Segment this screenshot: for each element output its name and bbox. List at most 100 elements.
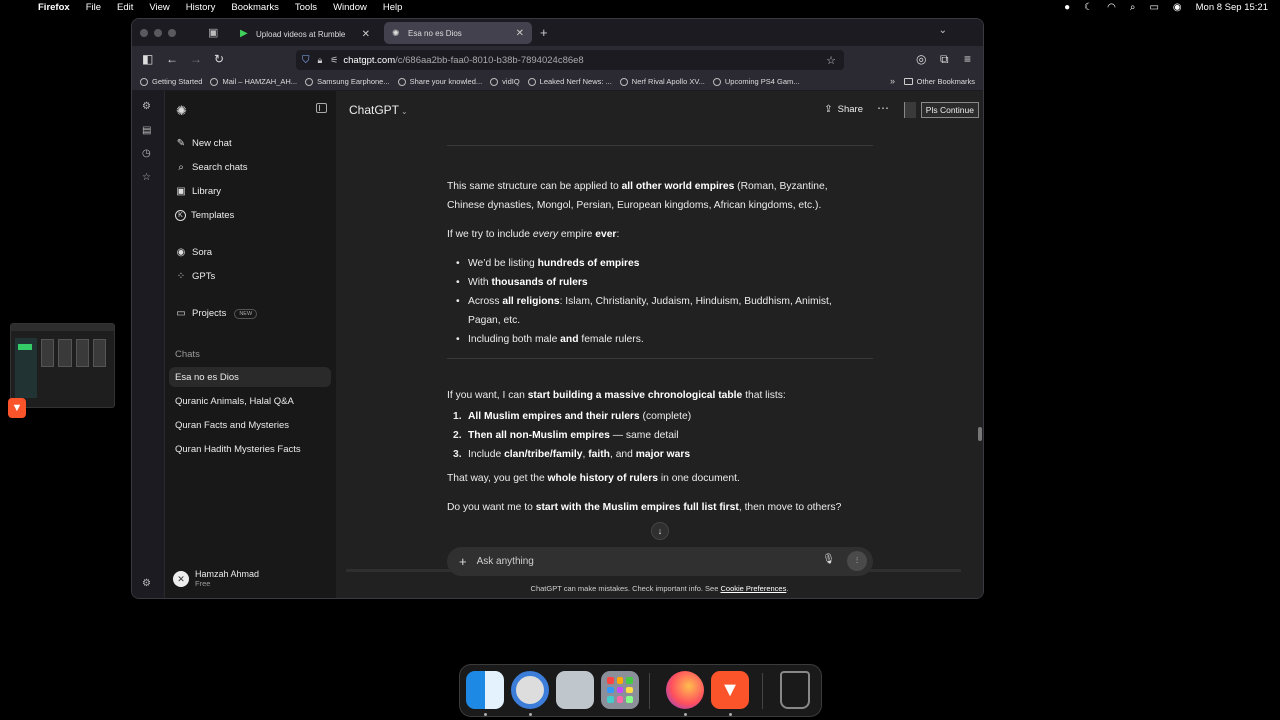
control-center-icon[interactable]: ▭ bbox=[1149, 2, 1158, 13]
voice-mode-icon[interactable]: ⫶ bbox=[847, 551, 867, 571]
chat-item-quranic-animals[interactable]: Quranic Animals, Halal Q&A bbox=[169, 391, 331, 411]
bookmark-ps4-games[interactable]: Upcoming PS4 Gam... bbox=[712, 77, 800, 86]
tab-rumble[interactable]: ▶ Upload videos at Rumble ✕ bbox=[232, 22, 378, 46]
pls-continue-button[interactable]: Pls Continue bbox=[920, 102, 979, 118]
finder-icon[interactable] bbox=[466, 671, 504, 709]
status-area: ● ☾ ◠ ⌕ ▭ ◉ Mon 8 Sep 15:21 bbox=[1064, 0, 1268, 15]
record-icon[interactable]: ● bbox=[1064, 2, 1070, 13]
url-bar[interactable]: ⛉ 🔒︎ ⚟ chatgpt.com/c/686aa2bb-faa0-8010-… bbox=[296, 50, 844, 70]
bookmark-star-icon[interactable]: ☆ bbox=[826, 54, 836, 67]
close-sidebar-icon[interactable] bbox=[316, 103, 327, 113]
more-options-icon[interactable]: ⋯ bbox=[877, 101, 889, 115]
scrollbar-thumb[interactable] bbox=[978, 427, 982, 441]
menu-window[interactable]: Window bbox=[333, 2, 367, 13]
openai-logo-icon[interactable]: ✺ bbox=[176, 103, 187, 119]
wifi-icon[interactable]: ◠ bbox=[1107, 2, 1116, 13]
tab-chatgpt[interactable]: ✺ Esa no es Dios ✕ bbox=[384, 22, 532, 44]
history-icon[interactable]: ◷ bbox=[142, 148, 151, 159]
list-number: 3. bbox=[453, 449, 462, 460]
more-bookmarks-chevron-icon[interactable]: » bbox=[890, 76, 895, 86]
prompt-input[interactable]: Ask anything bbox=[477, 556, 534, 567]
disk-utility-icon[interactable] bbox=[556, 671, 594, 709]
moon-icon[interactable]: ☾ bbox=[1084, 2, 1093, 13]
url-text[interactable]: chatgpt.com/c/686aa2bb-faa0-8010-b38b-78… bbox=[343, 55, 583, 66]
microphone-icon[interactable]: 🎙︎ bbox=[822, 554, 835, 565]
templates-button[interactable]: K Templates bbox=[175, 210, 234, 221]
firefox-icon[interactable] bbox=[666, 671, 704, 709]
model-selector[interactable]: ChatGPT ⌄ bbox=[349, 103, 408, 117]
chat-item-esa-no-es-dios[interactable]: Esa no es Dios bbox=[169, 367, 331, 387]
menu-tools[interactable]: Tools bbox=[295, 2, 317, 13]
forward-arrow-icon[interactable]: → bbox=[190, 52, 202, 66]
paragraph: If you want, I can start building a mass… bbox=[447, 386, 867, 405]
message-composer[interactable]: + Ask anything 🎙︎ ⫶ bbox=[447, 547, 873, 576]
ai-chatbot-icon[interactable]: ⚙︎ bbox=[142, 101, 151, 112]
clock[interactable]: Mon 8 Sep 15:21 bbox=[1196, 2, 1268, 13]
bookmark-getting-started[interactable]: Getting Started bbox=[140, 77, 202, 86]
sidebar-toggle-icon[interactable]: ◧ bbox=[142, 52, 153, 66]
search-chats-button[interactable]: ⌕ Search chats bbox=[175, 162, 247, 173]
permissions-icon[interactable]: ⚟ bbox=[330, 55, 338, 66]
zoom-window-button[interactable] bbox=[168, 28, 176, 37]
extensions-icon[interactable]: ⧉ bbox=[940, 52, 949, 67]
new-tab-icon[interactable]: + bbox=[540, 25, 548, 40]
chat-item-quran-facts[interactable]: Quran Facts and Mysteries bbox=[169, 415, 331, 435]
bookmarks-toolbar: Getting Started Mail – HAMZAH_AH... Sams… bbox=[132, 73, 983, 91]
menu-history[interactable]: History bbox=[186, 2, 216, 13]
navigation-bar: ◧ ← → ↻ ⛉ 🔒︎ ⚟ chatgpt.com/c/686aa2bb-fa… bbox=[132, 46, 983, 73]
menu-file[interactable]: File bbox=[86, 2, 101, 13]
scroll-to-bottom-button[interactable]: ↓ bbox=[651, 522, 669, 540]
spotlight-search-icon[interactable]: ⌕ bbox=[1130, 2, 1136, 13]
siri-icon[interactable]: ◉ bbox=[1173, 2, 1182, 13]
menu-edit[interactable]: Edit bbox=[117, 2, 133, 13]
launchpad-icon[interactable] bbox=[601, 671, 639, 709]
other-bookmarks[interactable]: Other Bookmarks bbox=[903, 77, 975, 86]
hamburger-menu-icon[interactable]: ≡ bbox=[964, 52, 971, 66]
back-arrow-icon[interactable]: ← bbox=[166, 52, 178, 66]
menu-bookmarks[interactable]: Bookmarks bbox=[231, 2, 279, 13]
close-tab-icon[interactable]: ✕ bbox=[516, 28, 524, 39]
customize-sidebar-gear-icon[interactable]: ⚙ bbox=[142, 578, 151, 589]
bold-text: start with the Muslim empires full list … bbox=[535, 502, 739, 513]
chat-sidebar: ✺ ✎ New chat ⌕ Search chats ▣ Library K Temp… bbox=[165, 91, 336, 598]
close-window-button[interactable] bbox=[140, 28, 148, 37]
library-button[interactable]: ▣ Library bbox=[175, 186, 221, 197]
bookmark-nerf-rival[interactable]: Nerf Rival Apollo XV... bbox=[619, 77, 705, 86]
account-icon[interactable]: ◎ bbox=[916, 52, 926, 66]
bookmark-leaked-nerf[interactable]: Leaked Nerf News: ... bbox=[527, 77, 612, 86]
extension-handle[interactable] bbox=[904, 102, 916, 118]
user-profile[interactable]: ✕ Hamzah Ahmad Free bbox=[173, 569, 259, 588]
minimize-window-button[interactable] bbox=[154, 28, 162, 37]
synced-tabs-icon[interactable]: ▤ bbox=[142, 125, 151, 136]
new-chat-button[interactable]: ✎ New chat bbox=[175, 138, 232, 149]
bookmark-share-knowledge[interactable]: Share your knowled... bbox=[397, 77, 482, 86]
gpts-grid-icon: ⁘ bbox=[176, 271, 186, 282]
gpts-button[interactable]: ⁘ GPTs bbox=[175, 271, 215, 282]
menu-view[interactable]: View bbox=[149, 2, 169, 13]
trash-icon[interactable] bbox=[780, 671, 810, 709]
chat-item-quran-hadith[interactable]: Quran Hadith Mysteries Facts bbox=[169, 439, 331, 459]
templates-label: Templates bbox=[191, 210, 235, 221]
bold-text: Then all non-Muslim empires bbox=[468, 430, 610, 441]
bookmark-vidiq[interactable]: vidIQ bbox=[490, 77, 520, 86]
bookmark-mail[interactable]: Mail – HAMZAH_AH... bbox=[210, 77, 297, 86]
menu-help[interactable]: Help bbox=[383, 2, 403, 13]
add-attachment-icon[interactable]: + bbox=[459, 554, 467, 569]
brave-app-icon[interactable]: ▼ bbox=[8, 398, 26, 418]
sora-button[interactable]: ◉ Sora bbox=[175, 247, 212, 258]
tracking-shield-icon[interactable]: ⛉ bbox=[302, 55, 310, 66]
reload-icon[interactable]: ↻ bbox=[214, 52, 224, 66]
bookmark-samsung[interactable]: Samsung Earphone... bbox=[305, 77, 390, 86]
brave-icon[interactable]: ▼ bbox=[711, 671, 749, 709]
bookmarks-star-icon[interactable]: ☆ bbox=[142, 172, 151, 183]
list-all-tabs-icon[interactable]: ⌄ bbox=[939, 25, 947, 36]
window-thumbnail[interactable] bbox=[10, 323, 115, 408]
firefox-view-icon[interactable]: ▣ bbox=[208, 26, 218, 39]
cookie-preferences-link[interactable]: Cookie Preferences bbox=[720, 584, 786, 593]
close-tab-icon[interactable]: ✕ bbox=[362, 29, 370, 40]
projects-button[interactable]: ▭ Projects NEW bbox=[175, 308, 258, 319]
lock-icon[interactable]: 🔒︎ bbox=[318, 55, 323, 66]
share-button[interactable]: ⇪ Share bbox=[824, 104, 863, 115]
menu-app-firefox[interactable]: Firefox bbox=[38, 2, 70, 13]
quicktime-icon[interactable] bbox=[511, 671, 549, 709]
